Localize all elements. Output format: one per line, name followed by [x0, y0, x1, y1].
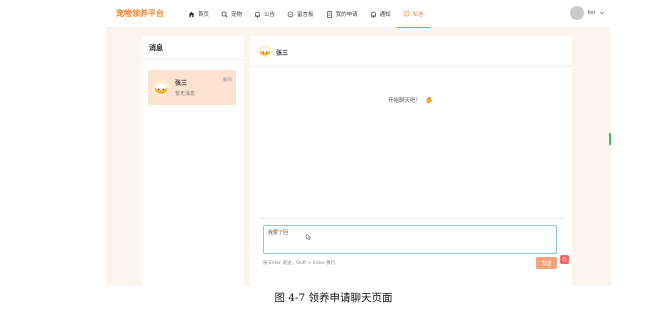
nav-item-label: 公告 [264, 12, 276, 18]
empty-chat-hint-text: 开始聊天吧！ [388, 98, 422, 104]
top-nav-bar: 宠物领养平台 首页 宠物 公告 留言板 我的申请 通知 私信 lisi [106, 0, 611, 28]
send-button[interactable]: 发送 [536, 257, 557, 269]
conversation-name: 张三 [175, 80, 188, 87]
pet-avatar-icon [152, 79, 170, 97]
user-name[interactable]: lisi [588, 10, 595, 16]
nav-item-label: 我的申请 [335, 12, 358, 18]
nav-item-label: 留言板 [297, 12, 314, 18]
floating-badge-button[interactable]: Q [560, 255, 569, 264]
nav-item-message-board[interactable]: 留言板 [281, 0, 320, 28]
chevron-down-icon[interactable] [599, 10, 605, 16]
user-menu[interactable]: lisi [569, 6, 605, 20]
nav-item-label: 宠物 [231, 12, 243, 18]
nav-item-pets[interactable]: 宠物 [215, 0, 248, 28]
conversation-item[interactable]: 张三 暂无消息 删除 [148, 70, 236, 105]
conversation-sidebar: 消息 张三 暂无消息 删除 [141, 36, 244, 286]
chat-bubble-icon [287, 11, 294, 17]
nav-item-notifications[interactable]: 通知 [364, 0, 397, 28]
home-icon [188, 11, 195, 17]
input-divider [260, 218, 565, 219]
message-icon [403, 10, 409, 17]
chat-contact-name: 张三 [276, 50, 289, 57]
bell-icon [370, 11, 376, 18]
nav-item-label: 私信 [412, 11, 424, 18]
keyboard-tip: 按 Enter 发送，Shift + Enter 换行 [263, 261, 336, 266]
sidebar-title: 消息 [141, 36, 244, 60]
nav-item-announcements[interactable]: 公告 [248, 0, 281, 28]
empty-chat-hint: 开始聊天吧！ [388, 96, 433, 104]
conversation-preview: 暂无消息 [175, 91, 196, 97]
brand-title[interactable]: 宠物领养平台 [116, 8, 164, 19]
edge-marker [609, 133, 611, 145]
mouse-pointer-icon [306, 233, 312, 241]
delete-conversation-button[interactable]: 删除 [223, 77, 232, 83]
app-window: 宠物领养平台 首页 宠物 公告 留言板 我的申请 通知 私信 lisi 消息 张… [106, 0, 611, 286]
document-icon [326, 10, 332, 18]
figure-caption: 图 4-7 领养申请聊天页面 [274, 292, 393, 304]
waving-hand-icon [426, 96, 432, 104]
nav-item-my-applications[interactable]: 我的申请 [320, 0, 364, 28]
chat-header: 张三 [250, 36, 572, 67]
nav-item-label: 首页 [198, 12, 210, 18]
bell-icon [255, 11, 260, 18]
user-avatar[interactable] [569, 6, 584, 20]
nav-item-label: 通知 [379, 12, 391, 18]
main-nav: 首页 宠物 公告 留言板 我的申请 通知 私信 [182, 0, 430, 28]
nav-item-private-messages[interactable]: 私信 [396, 0, 430, 28]
chat-panel: 张三 开始聊天吧！ 我要了回 按 Enter 发送，Shift + Enter … [250, 36, 572, 286]
pet-avatar-icon [258, 44, 272, 58]
nav-item-home[interactable]: 首页 [182, 0, 215, 28]
search-icon [221, 11, 228, 18]
